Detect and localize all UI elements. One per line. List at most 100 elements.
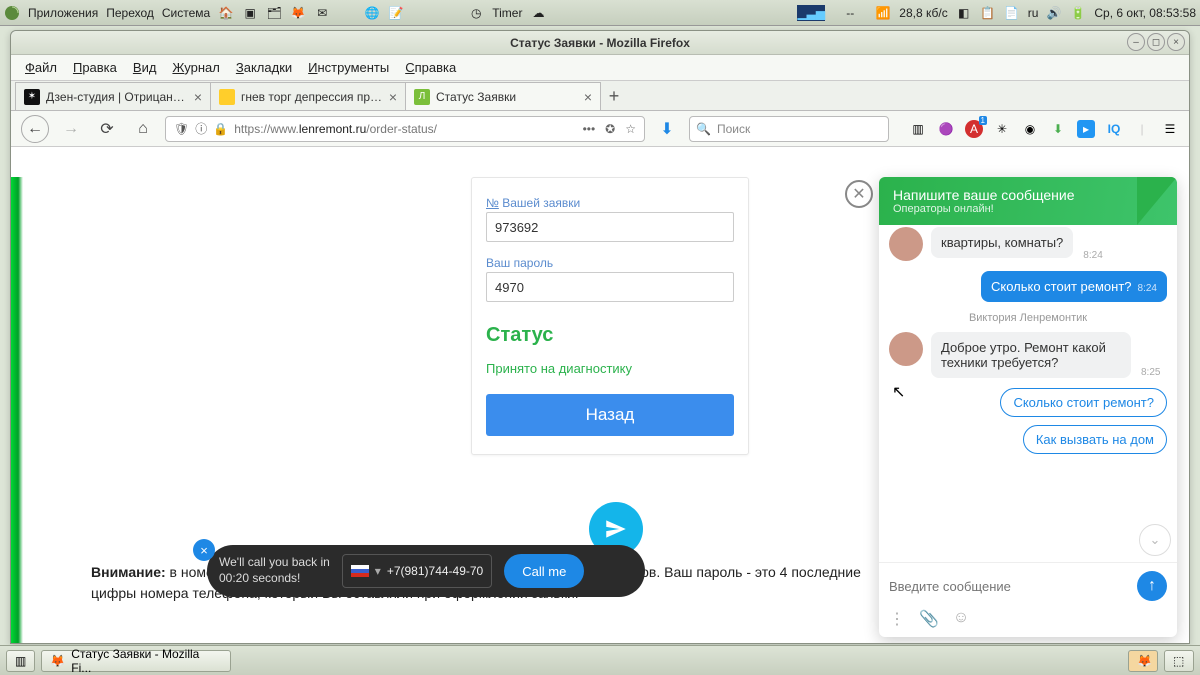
maximize-button[interactable]: ◻ bbox=[1147, 33, 1165, 51]
attach-icon[interactable]: 📎 bbox=[919, 609, 939, 629]
tray-icon-1[interactable]: ◧ bbox=[956, 5, 972, 21]
battery-icon[interactable]: 🔋 bbox=[1070, 5, 1086, 21]
chat-input[interactable] bbox=[889, 579, 1129, 594]
flag-ru-icon bbox=[351, 565, 369, 577]
timer-icon[interactable]: ◷ bbox=[468, 5, 484, 21]
note-icon[interactable]: 📝 bbox=[388, 5, 404, 21]
tab-2[interactable]: ЛСтатус Заявки× bbox=[405, 82, 601, 110]
terminal-icon[interactable]: ▣ bbox=[242, 5, 258, 21]
tray-icon-2[interactable]: 📋 bbox=[980, 5, 996, 21]
ext-eye-icon[interactable]: ◉ bbox=[1021, 120, 1039, 138]
downloads-icon[interactable]: ⬇ bbox=[653, 115, 681, 143]
bookmark-icon[interactable]: ☆ bbox=[625, 122, 636, 136]
apps-icon[interactable] bbox=[4, 5, 20, 21]
kb-layout[interactable]: ru bbox=[1028, 6, 1039, 20]
minimize-button[interactable]: – bbox=[1127, 33, 1145, 51]
chat-close-button[interactable]: ✕ bbox=[845, 180, 873, 208]
close-icon[interactable]: × bbox=[584, 89, 592, 105]
chat-send-button[interactable]: ↑ bbox=[1137, 571, 1167, 601]
chat-msg-out: Сколько стоит ремонт?8:24 bbox=[889, 271, 1167, 302]
status-form: № Вашей заявки Ваш пароль Статус Принято… bbox=[471, 177, 749, 455]
system-panel: Приложения Переход Система 🏠 ▣ 🗂 🦊 ✉ 🌐 📝… bbox=[0, 0, 1200, 26]
address-bar[interactable]: 🛡 ⓘ 🔒 https://www.lenremont.ru/order-sta… bbox=[165, 116, 645, 142]
weather-icon[interactable]: ☁ bbox=[530, 5, 546, 21]
ext-library-icon[interactable]: ▥ bbox=[909, 120, 927, 138]
files-icon[interactable]: 🗂 bbox=[266, 5, 282, 21]
volume-icon[interactable]: 🔊 bbox=[1046, 5, 1062, 21]
suggestion-chip[interactable]: Как вызвать на дом bbox=[1023, 425, 1167, 454]
ext-video-icon[interactable]: ▸ bbox=[1077, 120, 1095, 138]
mail-icon[interactable]: ✉ bbox=[314, 5, 330, 21]
go-menu[interactable]: Переход bbox=[106, 6, 154, 20]
workspace-1[interactable]: 🦊 bbox=[1128, 650, 1158, 672]
hamburger-icon[interactable]: ☰ bbox=[1161, 120, 1179, 138]
menu-file[interactable]: Файл bbox=[25, 60, 57, 75]
shield-icon[interactable]: 🛡 bbox=[174, 122, 189, 136]
titlebar[interactable]: Статус Заявки - Mozilla Firefox – ◻ × bbox=[11, 31, 1189, 55]
globe-icon[interactable]: 🌐 bbox=[364, 5, 380, 21]
operator-name: Виктория Ленремонтик bbox=[889, 312, 1167, 324]
clock[interactable]: Ср, 6 окт, 08:53:58 bbox=[1094, 6, 1196, 20]
tray-icon-3[interactable]: 📄 bbox=[1004, 5, 1020, 21]
callback-close-icon[interactable]: × bbox=[193, 539, 215, 561]
callback-phone[interactable]: ▾+7(981)744-49-70 bbox=[342, 554, 492, 588]
net-speed: 28,8 кб/с bbox=[899, 6, 947, 20]
show-desktop-button[interactable]: ▥ bbox=[6, 650, 35, 672]
chat-footer: ↑ ⋮ 📎 ☺ bbox=[879, 562, 1177, 637]
tab-1[interactable]: гнев торг депрессия пр…× bbox=[210, 82, 406, 110]
password-input[interactable] bbox=[486, 272, 734, 302]
home-icon[interactable]: 🏠 bbox=[218, 5, 234, 21]
back-button-form[interactable]: Назад bbox=[486, 394, 734, 436]
menu-view[interactable]: Вид bbox=[133, 60, 157, 75]
more-icon[interactable]: ⋮ bbox=[889, 609, 905, 629]
taskbar: ▥ 🦊Статус Заявки - Mozilla Fi... 🦊 ⬚ bbox=[0, 645, 1200, 675]
workspace-2[interactable]: ⬚ bbox=[1164, 650, 1194, 672]
emoji-icon[interactable]: ☺ bbox=[953, 609, 969, 629]
timer-label: Timer bbox=[492, 6, 522, 20]
menu-tools[interactable]: Инструменты bbox=[308, 60, 389, 75]
menu-bookmarks[interactable]: Закладки bbox=[236, 60, 292, 75]
system-menu[interactable]: Система bbox=[162, 6, 210, 20]
ext-puzzle-icon[interactable]: ⬇ bbox=[1049, 120, 1067, 138]
chat-header: Напишите ваше сообщение Операторы онлайн… bbox=[879, 177, 1177, 225]
firefox-icon: 🦊 bbox=[50, 654, 65, 668]
forward-button[interactable]: → bbox=[57, 115, 85, 143]
menu-history[interactable]: Журнал bbox=[172, 60, 219, 75]
ext-adblock-icon[interactable]: A1 bbox=[965, 120, 983, 138]
chat-body[interactable]: квартиры, комнаты? 8:24 Сколько стоит ре… bbox=[879, 225, 1177, 562]
ext-gear-icon[interactable]: ✳ bbox=[993, 120, 1011, 138]
new-tab-button[interactable]: + bbox=[600, 82, 628, 110]
wifi-icon[interactable]: 📶 bbox=[875, 5, 891, 21]
menu-help[interactable]: Справка bbox=[405, 60, 456, 75]
firefox-icon[interactable]: 🦊 bbox=[290, 5, 306, 21]
chat-msg-in: квартиры, комнаты? 8:24 bbox=[889, 227, 1167, 261]
lock-icon[interactable]: 🔒 bbox=[213, 122, 228, 136]
ext-iq-icon[interactable]: IQ bbox=[1105, 120, 1123, 138]
suggestion-chip[interactable]: Сколько стоит ремонт? bbox=[1000, 388, 1167, 417]
info-icon[interactable]: ⓘ bbox=[195, 120, 207, 137]
url-text: https://www.lenremont.ru/order-status/ bbox=[234, 122, 437, 136]
window-title: Статус Заявки - Mozilla Firefox bbox=[510, 36, 690, 50]
reload-button[interactable]: ⟳ bbox=[93, 115, 121, 143]
close-icon[interactable]: × bbox=[194, 89, 202, 105]
close-window-button[interactable]: × bbox=[1167, 33, 1185, 51]
taskbar-item[interactable]: 🦊Статус Заявки - Mozilla Fi... bbox=[41, 650, 231, 672]
order-number-input[interactable] bbox=[486, 212, 734, 242]
menu-edit[interactable]: Правка bbox=[73, 60, 117, 75]
tab-0[interactable]: ✶Дзен-студия | Отрицани…× bbox=[15, 82, 211, 110]
ext-colorzilla-icon[interactable]: 🟣 bbox=[937, 120, 955, 138]
home-button[interactable]: ⌂ bbox=[129, 115, 157, 143]
chevron-down-icon[interactable]: ⌄ bbox=[1139, 524, 1171, 556]
back-button[interactable]: ← bbox=[21, 115, 49, 143]
tracking-icon[interactable]: ✪ bbox=[605, 122, 615, 136]
tabstrip: ✶Дзен-студия | Отрицани…× гнев торг депр… bbox=[11, 81, 1189, 111]
reader-icon[interactable]: ••• bbox=[583, 122, 596, 136]
order-number-label: № Вашей заявки bbox=[486, 196, 734, 210]
apps-menu[interactable]: Приложения bbox=[28, 6, 98, 20]
call-me-button[interactable]: Call me bbox=[504, 554, 584, 588]
firefox-window: Статус Заявки - Mozilla Firefox – ◻ × Фа… bbox=[10, 30, 1190, 644]
callback-bubble: We'll call you back in00:20 seconds! ▾+7… bbox=[207, 545, 645, 597]
search-box[interactable]: 🔍Поиск bbox=[689, 116, 889, 142]
close-icon[interactable]: × bbox=[389, 89, 397, 105]
sysmon-icon[interactable]: ▁▃▅ bbox=[797, 5, 825, 21]
